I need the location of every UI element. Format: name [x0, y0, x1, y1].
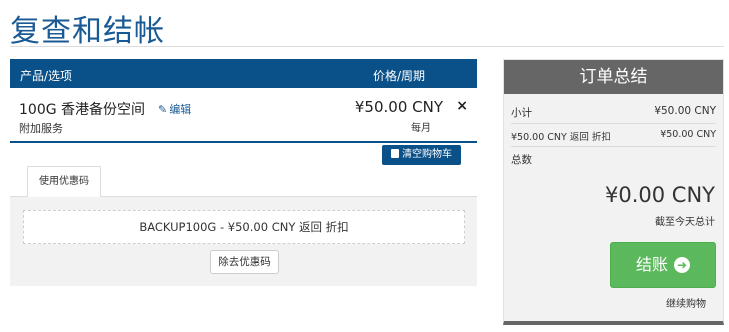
- summary-divider: [511, 146, 716, 147]
- continue-shopping-link[interactable]: 继续购物: [666, 295, 706, 310]
- order-summary: 订单总结 小计 ¥50.00 CNY ¥50.00 CNY 返回 折扣 ¥50.…: [503, 59, 724, 325]
- empty-cart-button[interactable]: 清空购物车: [382, 145, 461, 165]
- item-subtitle: 附加服务: [19, 122, 63, 135]
- subtotal-row: 小计 ¥50.00 CNY: [511, 105, 716, 120]
- arrow-right-circle-icon: ➜: [674, 257, 690, 273]
- total-label: 总数: [511, 154, 532, 166]
- summary-divider: [511, 123, 716, 124]
- pencil-icon: ✎: [158, 103, 168, 116]
- product-column-header: 产品/选项: [20, 69, 73, 83]
- close-icon[interactable]: ×: [456, 98, 468, 114]
- cart-table-header: 产品/选项 价格/周期: [10, 59, 477, 88]
- subtotal-value: ¥50.00 CNY: [654, 105, 716, 117]
- cart-item-row: 100G 香港备份空间 ✎ 编辑 附加服务 ¥50.00 CNY 每月 ×: [10, 88, 477, 143]
- checkout-label: 结账: [635, 255, 668, 274]
- total-row: 总数: [511, 152, 716, 167]
- edit-label: 编辑: [169, 103, 192, 116]
- discount-label: ¥50.00 CNY 返回 折扣: [511, 132, 611, 143]
- edit-item-link[interactable]: ✎ 编辑: [158, 101, 191, 117]
- subtotal-label: 小计: [511, 107, 532, 119]
- item-name: 100G 香港备份空间: [19, 102, 146, 118]
- applied-promo-code: BACKUP100G - ¥50.00 CNY 返回 折扣: [23, 210, 465, 244]
- remove-promo-button[interactable]: 除去优惠码: [210, 250, 279, 274]
- item-price: ¥50.00 CNY: [354, 98, 443, 116]
- page-title: 复查和结帐: [10, 14, 165, 49]
- tab-promo-code[interactable]: 使用优惠码: [27, 166, 101, 197]
- empty-cart-label: 清空购物车: [402, 149, 452, 160]
- trash-icon: [391, 149, 399, 158]
- total-caption: 截至今天总计: [655, 217, 715, 228]
- total-amount: ¥0.00 CNY: [605, 183, 715, 207]
- checkout-button[interactable]: 结账 ➜: [610, 242, 716, 288]
- price-column-header: 价格/周期: [372, 69, 425, 83]
- order-summary-title: 订单总结: [504, 60, 723, 94]
- discount-value: ¥50.00 CNY: [660, 129, 716, 140]
- item-billing-cycle: 每月: [411, 123, 431, 134]
- discount-row: ¥50.00 CNY 返回 折扣 ¥50.00 CNY: [511, 129, 716, 143]
- title-divider: [10, 46, 724, 47]
